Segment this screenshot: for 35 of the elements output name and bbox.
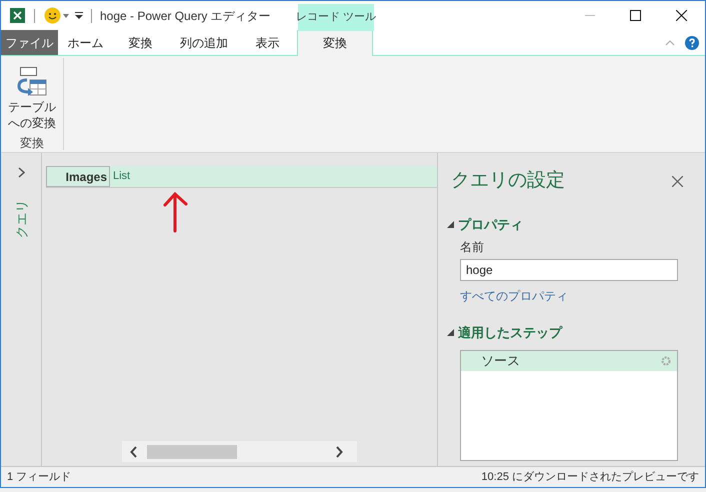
table-convert-icon [16,67,48,99]
arrow-annotation [163,191,188,233]
step-item[interactable]: ソース [461,350,677,370]
field-label: 名前 [460,239,485,256]
name-field[interactable]: hoge [460,259,678,281]
context-tab-header: レコード ツール [298,4,374,31]
expanded-triangle-icon[interactable] [447,329,454,336]
ribbon-tab[interactable]: ファイル [1,30,58,55]
help-icon[interactable] [685,36,699,50]
maximize-icon[interactable] [630,10,641,21]
field-name-cell: Images [46,166,110,187]
section-heading: 適用したステップ [458,324,562,342]
button-label-line: への変換 [8,115,56,131]
smiley-icon[interactable] [44,7,61,24]
scroll-right-icon[interactable] [335,446,343,458]
expanded-triangle-icon[interactable] [447,220,454,228]
status-text: 1 フィールド [7,470,72,485]
window-title: hoge - Power Query エディター [100,8,271,24]
convert-to-table-button[interactable]: テーブル への変換 [8,67,56,131]
settings-title: クエリの設定 [451,169,565,193]
step-label: ソース [481,352,520,370]
scroll-left-icon[interactable] [130,446,138,458]
status-text: 10:25 にダウンロードされたプレビューです [481,470,699,485]
dropdown-caret-icon[interactable] [63,14,69,18]
scrollbar-thumb[interactable] [147,444,237,458]
ribbon-tab[interactable]: 変換 [297,30,373,56]
all-properties-link[interactable]: すべてのプロパティ [460,287,681,305]
section-heading: プロパティ [458,216,523,234]
expand-chevron-icon[interactable] [18,167,24,178]
group-label: 変換 [20,135,44,152]
excel-logo-icon[interactable] [10,8,25,23]
close-icon[interactable] [676,10,687,21]
customize-toolbar-icon[interactable] [75,12,83,19]
button-label-line: テーブル [8,99,56,115]
field-value-link[interactable]: List [110,166,130,187]
